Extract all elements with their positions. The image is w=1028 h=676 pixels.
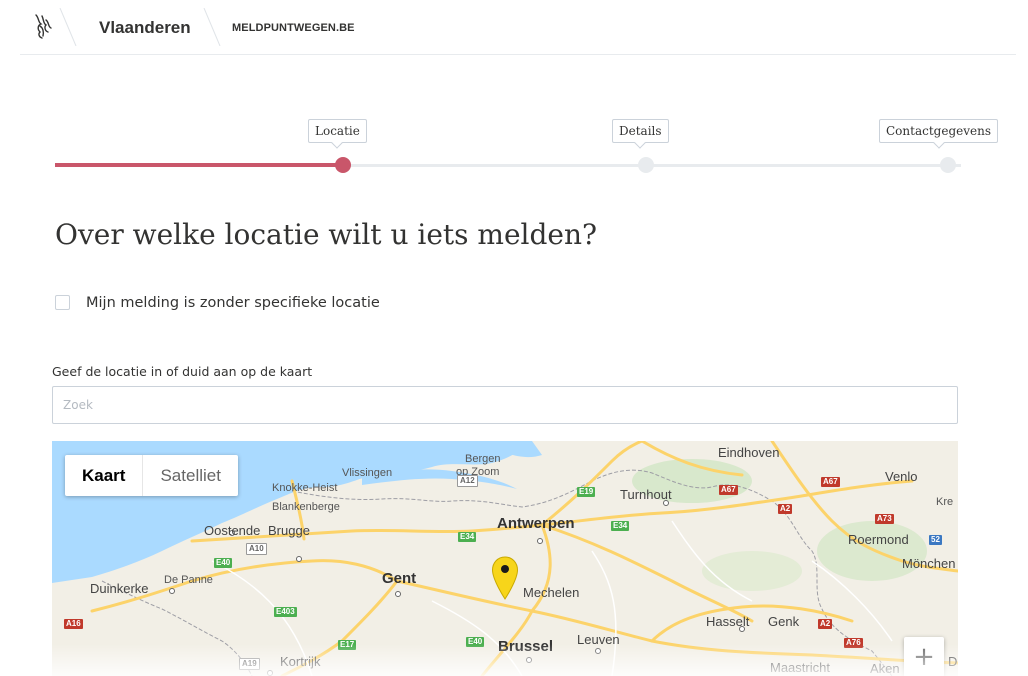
map-type-kaart-button[interactable]: Kaart — [65, 455, 142, 496]
header-separator — [203, 8, 221, 46]
map-label-d: D — [948, 654, 958, 669]
map-label-genk: Genk — [768, 614, 800, 629]
map-label-knokke-heist: Knokke-Heist — [272, 482, 338, 494]
road-shield-e17: E17 — [338, 640, 357, 650]
map-label-brugge: Brugge — [268, 523, 310, 538]
road-shield-a73: A73 — [875, 514, 894, 524]
map-label-brussel: Brussel — [498, 638, 554, 655]
road-shield-a2: A2 — [778, 504, 793, 514]
step-dot-details[interactable] — [638, 157, 654, 173]
no-location-checkbox-label[interactable]: Mijn melding is zonder specifieke locati… — [86, 295, 380, 311]
location-search-input[interactable] — [52, 386, 958, 424]
road-shield-a67-2: A67 — [821, 477, 840, 487]
map-label-vlissingen: Vlissingen — [342, 467, 393, 479]
map-label-venlo: Venlo — [885, 469, 918, 484]
map-label-blankenberge: Blankenberge — [272, 501, 340, 513]
step-label-details[interactable]: Details — [612, 119, 669, 143]
step-dot-contactgegevens[interactable] — [940, 157, 956, 173]
map-label-de-panne: De Panne — [164, 574, 213, 586]
map-label-roermond: Roermond — [848, 532, 909, 547]
header-separator — [59, 8, 77, 46]
map-label-duinkerke: Duinkerke — [90, 581, 149, 596]
road-shield-a2-2: A2 — [818, 619, 833, 629]
road-shield-e34: E34 — [458, 532, 477, 542]
no-location-checkbox[interactable] — [55, 295, 70, 310]
map-label-kre: Kre — [936, 496, 954, 508]
map-label-monchen: Mönchen — [902, 556, 956, 571]
map-label-bergen-op-zoom: Bergen — [465, 453, 501, 465]
map-zoom-in-button[interactable]: + — [904, 637, 944, 676]
road-shield-a16: A16 — [64, 619, 83, 629]
location-field-label: Geef de locatie in of duid aan op de kaa… — [52, 364, 313, 379]
map-label-maastricht: Maastricht — [770, 660, 830, 675]
map-type-control: Kaart Satelliet — [65, 455, 238, 496]
road-shield-a76: A76 — [844, 638, 863, 648]
site-header: Vlaanderen MELDPUNTWEGEN.BE — [20, 0, 1016, 55]
map-label-gent: Gent — [382, 570, 417, 587]
road-shield-e19: E19 — [577, 487, 596, 497]
map-label-oostende: Oostende — [204, 523, 261, 538]
road-shield-e40-2: E40 — [466, 637, 485, 647]
road-shield-e34-2: E34 — [611, 521, 630, 531]
step-label-contactgegevens[interactable]: Contactgegevens — [879, 119, 998, 143]
brand-name[interactable]: Vlaanderen — [99, 18, 191, 38]
map-type-satelliet-button[interactable]: Satelliet — [142, 455, 237, 496]
road-shield-52: 52 — [929, 535, 942, 545]
road-shield-e40: E40 — [214, 558, 233, 568]
map-label-mechelen: Mechelen — [523, 585, 580, 600]
road-shield-e403: E403 — [274, 607, 297, 617]
road-shield-a12: A12 — [457, 475, 478, 487]
map-label-turnhout: Turnhout — [620, 487, 672, 502]
map-label-leuven: Leuven — [577, 632, 620, 647]
location-pin-icon[interactable] — [491, 556, 519, 600]
road-shield-a67: A67 — [719, 485, 738, 495]
flemish-lion-logo-icon[interactable] — [32, 12, 54, 40]
step-dot-locatie[interactable] — [335, 157, 351, 173]
stepper-progress-fill — [55, 163, 343, 167]
site-home-link[interactable]: MELDPUNTWEGEN.BE — [232, 22, 355, 34]
map-label-kortrijk: Kortrijk — [280, 654, 321, 669]
road-shield-a19: A19 — [239, 658, 260, 670]
map-label-aken: Aken — [870, 661, 900, 676]
location-map[interactable]: Eindhoven Vlissingen Bergen op Zoom Venl… — [52, 441, 958, 676]
map-label-hasselt: Hasselt — [706, 614, 750, 629]
road-shield-a10: A10 — [246, 543, 267, 555]
page-title: Over welke locatie wilt u iets melden? — [55, 218, 598, 251]
step-label-locatie[interactable]: Locatie — [308, 119, 367, 143]
map-label-eindhoven: Eindhoven — [718, 445, 780, 460]
map-label-antwerpen: Antwerpen — [497, 515, 575, 532]
